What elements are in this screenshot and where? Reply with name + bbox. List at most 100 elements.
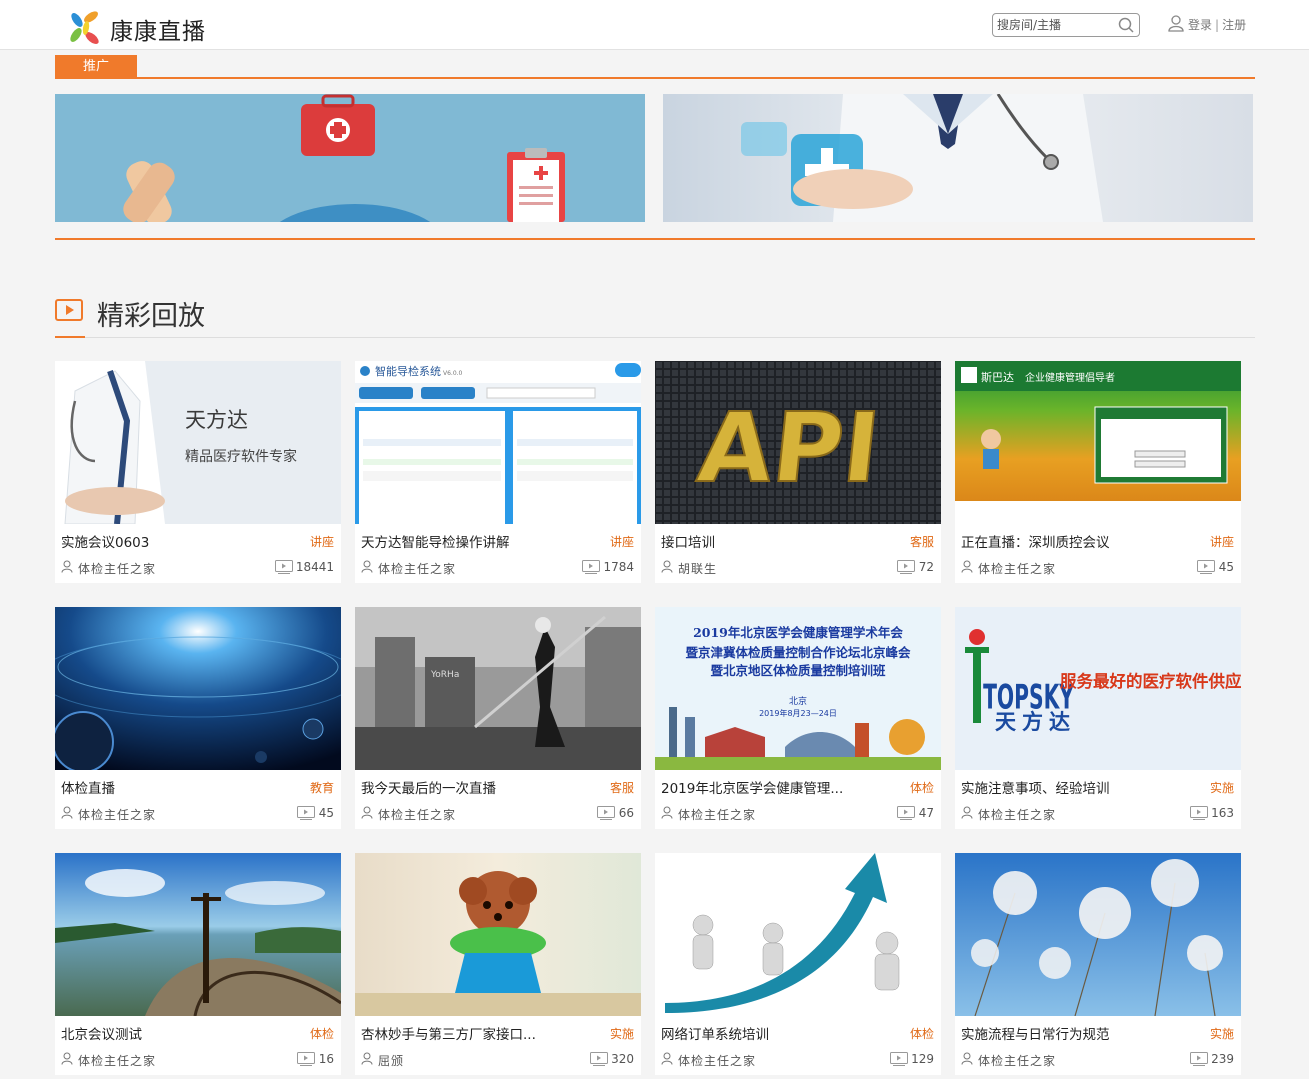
category-tag[interactable]: 客服 (910, 533, 934, 550)
category-tag[interactable]: 体检 (310, 1025, 334, 1042)
user-icon (661, 560, 673, 573)
video-card[interactable]: 杏林妙手与第三方厂家接口... 实施 屈颁 320 (355, 853, 641, 1075)
author-name[interactable]: 体检主任之家 (678, 1052, 756, 1069)
video-thumbnail[interactable]: YoRHa (355, 607, 641, 770)
video-title[interactable]: 实施注意事项、经验培训 (961, 777, 1191, 797)
author-name[interactable]: 体检主任之家 (978, 1052, 1056, 1069)
promo-banner-right[interactable] (663, 94, 1253, 222)
video-title[interactable]: 实施会议0603 (61, 531, 291, 551)
video-card[interactable]: 智能导检系统 V6.0.0 天方达智能导检操作讲解 讲座 体检主任之家 1784 (355, 361, 641, 583)
thumb-date: 2019年8月23—24日 (759, 708, 837, 718)
video-card[interactable]: 斯巴达 企业健康管理倡导者 正在直播：深圳质控会议 讲座 体检主任之家 45 (955, 361, 1241, 583)
video-title[interactable]: 天方达智能导检操作讲解 (361, 531, 591, 551)
video-views-icon (897, 806, 915, 820)
category-tag[interactable]: 体检 (910, 1025, 934, 1042)
video-title[interactable]: 2019年北京医学会健康管理... (661, 777, 891, 797)
video-title[interactable]: 正在直播：深圳质控会议 (961, 531, 1191, 551)
video-thumbnail[interactable]: TOPSKY 天方达 服务最好的医疗软件供应商 (955, 607, 1241, 770)
logo-icon[interactable] (64, 8, 104, 48)
category-tag[interactable]: 讲座 (610, 533, 634, 550)
user-icon (361, 1052, 373, 1065)
category-tag[interactable]: 体检 (910, 779, 934, 796)
author-name[interactable]: 屈颁 (378, 1052, 404, 1069)
video-title[interactable]: 体检直播 (61, 777, 291, 797)
search-box[interactable] (992, 13, 1140, 37)
thumb-subtitle: V6.0.0 (443, 370, 463, 377)
search-icon[interactable] (1117, 16, 1135, 34)
video-card[interactable]: 实施流程与日常行为规范 实施 体检主任之家 239 (955, 853, 1241, 1075)
thumb-subtitle: 企业健康管理倡导者 (1025, 371, 1115, 384)
view-count: 320 (611, 1052, 634, 1066)
doctor-banner-image (663, 94, 1253, 222)
video-card[interactable]: YoRHa 我今天最后的一次直播 客服 体检主任之家 66 (355, 607, 641, 829)
user-icon (961, 806, 973, 819)
video-views-icon (1190, 1052, 1208, 1066)
video-title[interactable]: 网络订单系统培训 (661, 1023, 891, 1043)
promo-tab[interactable]: 推广 (55, 55, 137, 78)
author-name[interactable]: 胡联生 (678, 560, 717, 577)
promo-divider (55, 238, 1255, 240)
thumb-line3: 暨北京地区体检质量控制培训班 (710, 663, 886, 678)
user-icon (661, 806, 673, 819)
author-name[interactable]: 体检主任之家 (978, 560, 1056, 577)
login-link[interactable]: 登录 (1188, 18, 1212, 32)
video-thumbnail[interactable] (655, 853, 941, 1016)
user-icon (61, 1052, 73, 1065)
category-tag[interactable]: 实施 (1210, 1025, 1234, 1042)
section-title: 精彩回放 (97, 301, 205, 332)
video-views-icon (297, 806, 315, 820)
video-card[interactable]: 天方达 精品医疗软件专家 实施会议0603 讲座 体检主任之家 18441 (55, 361, 341, 583)
view-count: 47 (918, 806, 934, 820)
view-count: 239 (1211, 1052, 1234, 1066)
video-card[interactable]: 网络订单系统培训 体检 体检主任之家 129 (655, 853, 941, 1075)
video-thumbnail[interactable] (955, 853, 1241, 1016)
video-title[interactable]: 接口培训 (661, 531, 891, 551)
video-thumbnail[interactable] (55, 607, 341, 770)
category-tag[interactable]: 实施 (1210, 779, 1234, 796)
video-title[interactable]: 我今天最后的一次直播 (361, 777, 591, 797)
logo-text[interactable]: 康康直播 (110, 12, 206, 46)
video-thumbnail[interactable]: 天方达 精品医疗软件专家 (55, 361, 341, 524)
category-tag[interactable]: 实施 (610, 1025, 634, 1042)
video-views-icon (1190, 806, 1208, 820)
thumb-title: API (693, 392, 885, 504)
category-tag[interactable]: 讲座 (310, 533, 334, 550)
user-icon (661, 1052, 673, 1065)
category-tag[interactable]: 讲座 (1210, 533, 1234, 550)
video-card[interactable]: 2019年北京医学会健康管理学术年会 暨京津冀体检质量控制合作论坛北京峰会 暨北… (655, 607, 941, 829)
search-input[interactable] (997, 16, 1115, 34)
video-views-icon (275, 560, 293, 574)
login-links: 登录 | 注册 (1188, 16, 1246, 33)
register-link[interactable]: 注册 (1222, 18, 1246, 32)
category-tag[interactable]: 教育 (310, 779, 334, 796)
video-title[interactable]: 北京会议测试 (61, 1023, 291, 1043)
first-aid-kit-icon (301, 94, 375, 156)
video-card[interactable]: TOPSKY 天方达 服务最好的医疗软件供应商 实施注意事项、经验培训 实施 体… (955, 607, 1241, 829)
video-card[interactable]: 体检直播 教育 体检主任之家 45 (55, 607, 341, 829)
thumb-title: 天方达 (185, 408, 248, 432)
promo-banner-left[interactable] (55, 94, 645, 222)
category-tag[interactable]: 客服 (610, 779, 634, 796)
author-name[interactable]: 体检主任之家 (378, 806, 456, 823)
view-count: 163 (1211, 806, 1234, 820)
author-name[interactable]: 体检主任之家 (978, 806, 1056, 823)
view-count: 129 (911, 1052, 934, 1066)
video-thumbnail[interactable] (55, 853, 341, 1016)
video-card[interactable]: API 接口培训 客服 胡联生 72 (655, 361, 941, 583)
author-name[interactable]: 体检主任之家 (378, 560, 456, 577)
video-thumbnail[interactable]: 智能导检系统 V6.0.0 (355, 361, 641, 524)
video-thumbnail[interactable]: 斯巴达 企业健康管理倡导者 (955, 361, 1241, 524)
thumb-subtitle: 精品医疗软件专家 (185, 448, 297, 465)
author-name[interactable]: 体检主任之家 (78, 806, 156, 823)
author-name[interactable]: 体检主任之家 (78, 560, 156, 577)
author-name[interactable]: 体检主任之家 (678, 806, 756, 823)
video-card[interactable]: 北京会议测试 体检 体检主任之家 16 (55, 853, 341, 1075)
video-views-icon (1197, 560, 1215, 574)
view-count: 18441 (295, 560, 334, 574)
video-title[interactable]: 实施流程与日常行为规范 (961, 1023, 1191, 1043)
video-thumbnail[interactable]: 2019年北京医学会健康管理学术年会 暨京津冀体检质量控制合作论坛北京峰会 暨北… (655, 607, 941, 770)
video-title[interactable]: 杏林妙手与第三方厂家接口... (361, 1023, 591, 1043)
author-name[interactable]: 体检主任之家 (78, 1052, 156, 1069)
video-thumbnail[interactable]: API (655, 361, 941, 524)
video-thumbnail[interactable] (355, 853, 641, 1016)
